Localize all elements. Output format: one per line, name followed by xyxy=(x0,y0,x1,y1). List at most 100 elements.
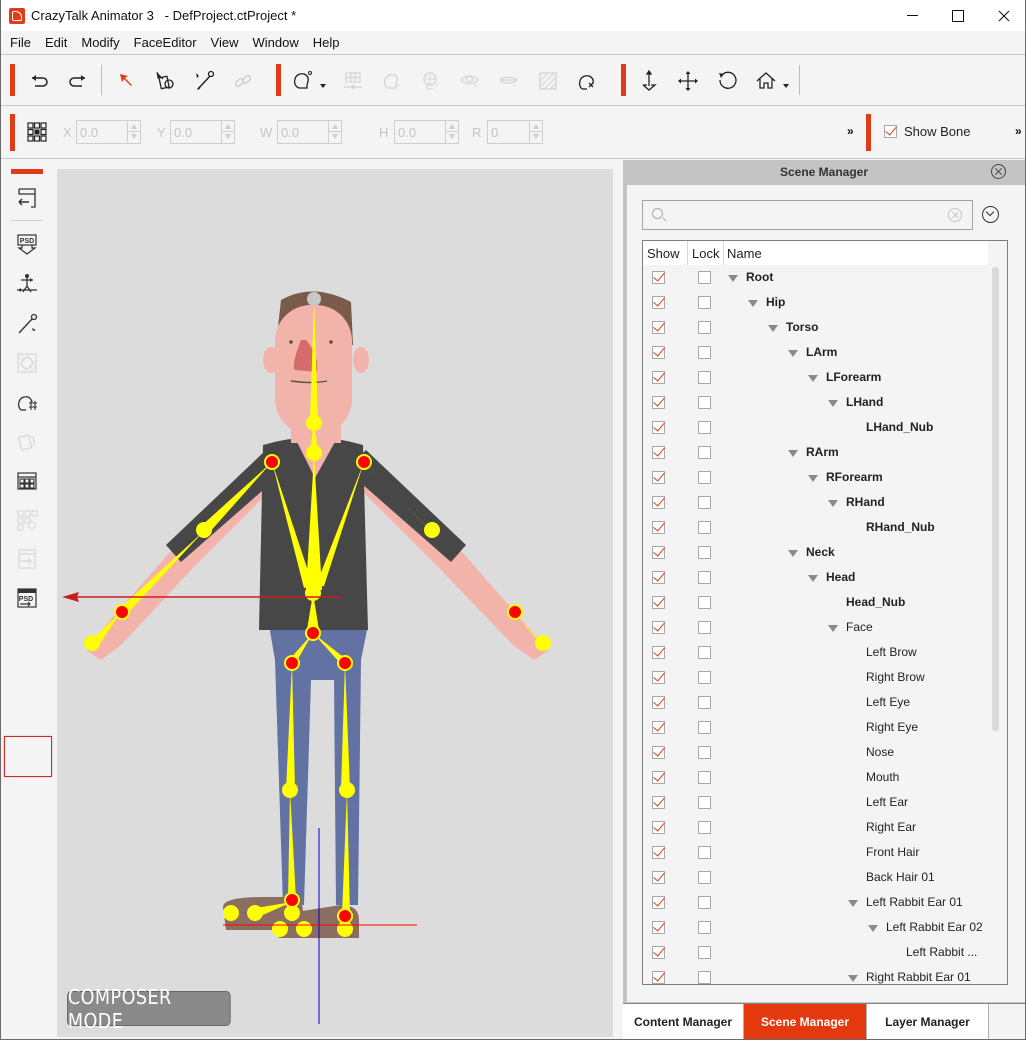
toolbar-grip[interactable] xyxy=(276,64,281,96)
sidebar-item-bone-brush[interactable] xyxy=(13,310,41,338)
tab-scene-manager[interactable]: Scene Manager xyxy=(744,1004,867,1039)
tree-row[interactable]: RHand_Nub xyxy=(643,515,988,540)
expand-triangle-icon[interactable] xyxy=(808,475,818,482)
face-setup-dropdown-icon[interactable] xyxy=(320,84,326,88)
show-checkbox[interactable] xyxy=(652,821,665,834)
tree-row[interactable]: RForearm xyxy=(643,465,988,490)
menu-file[interactable]: File xyxy=(10,35,31,50)
expand-triangle-icon[interactable] xyxy=(768,325,778,332)
tree-row[interactable]: Neck xyxy=(643,540,988,565)
tree-scrollbar[interactable] xyxy=(992,267,999,731)
show-checkbox[interactable] xyxy=(652,446,665,459)
r-field[interactable]: 0 xyxy=(487,120,543,144)
tree-row[interactable]: Torso xyxy=(643,315,988,340)
lock-checkbox[interactable] xyxy=(698,596,711,609)
move-button[interactable] xyxy=(674,67,702,95)
stage-viewport[interactable]: COMPOSER MODE xyxy=(57,169,613,1037)
sidebar-item-sprite-settings[interactable] xyxy=(13,506,41,534)
eye-button[interactable] xyxy=(456,67,484,95)
undo-button[interactable] xyxy=(25,67,53,95)
tree-row[interactable]: Left Rabbit ... xyxy=(643,940,988,965)
filter-dropdown-button[interactable] xyxy=(982,206,999,223)
lock-checkbox[interactable] xyxy=(698,421,711,434)
lock-checkbox[interactable] xyxy=(698,896,711,909)
lock-checkbox[interactable] xyxy=(698,621,711,634)
show-checkbox[interactable] xyxy=(652,521,665,534)
lock-checkbox[interactable] xyxy=(698,396,711,409)
tree-row[interactable]: Hip xyxy=(643,290,988,315)
expand-triangle-icon[interactable] xyxy=(788,550,798,557)
expand-triangle-icon[interactable] xyxy=(788,350,798,357)
tree-row[interactable]: Right Rabbit Ear 01 xyxy=(643,965,988,984)
column-lock[interactable]: Lock xyxy=(692,246,719,261)
tree-row[interactable]: LForearm xyxy=(643,365,988,390)
show-checkbox[interactable] xyxy=(652,921,665,934)
tree-row[interactable]: LHand_Nub xyxy=(643,415,988,440)
show-checkbox[interactable] xyxy=(652,471,665,484)
show-checkbox[interactable] xyxy=(652,346,665,359)
sidebar-item-bone-editor[interactable] xyxy=(13,270,41,298)
menu-window[interactable]: Window xyxy=(252,35,298,50)
expand-triangle-icon[interactable] xyxy=(748,300,758,307)
lock-checkbox[interactable] xyxy=(698,471,711,484)
show-checkbox[interactable] xyxy=(652,496,665,509)
lock-checkbox[interactable] xyxy=(698,921,711,934)
rotate-button[interactable] xyxy=(713,67,741,95)
show-checkbox[interactable] xyxy=(652,546,665,559)
lock-checkbox[interactable] xyxy=(698,371,711,384)
h-stepper[interactable] xyxy=(445,121,458,143)
tab-content-manager[interactable]: Content Manager xyxy=(623,1004,744,1039)
show-checkbox[interactable] xyxy=(652,696,665,709)
face-key-button[interactable] xyxy=(417,67,445,95)
show-checkbox[interactable] xyxy=(652,421,665,434)
show-checkbox[interactable] xyxy=(652,371,665,384)
x-field[interactable]: 0.0 xyxy=(76,120,141,144)
expand-triangle-icon[interactable] xyxy=(808,375,818,382)
search-input[interactable] xyxy=(642,200,973,230)
sidebar-item-sprite-grid[interactable] xyxy=(13,467,41,495)
h-field[interactable]: 0.0 xyxy=(394,120,459,144)
expand-triangle-icon[interactable] xyxy=(868,925,878,932)
tree-row[interactable]: Right Brow xyxy=(643,665,988,690)
show-checkbox[interactable] xyxy=(652,396,665,409)
tree-row[interactable]: LHand xyxy=(643,390,988,415)
expand-triangle-icon[interactable] xyxy=(808,575,818,582)
lock-checkbox[interactable] xyxy=(698,546,711,559)
tab-layer-manager[interactable]: Layer Manager xyxy=(867,1004,989,1039)
lock-checkbox[interactable] xyxy=(698,296,711,309)
lock-checkbox[interactable] xyxy=(698,721,711,734)
sprite-grid-button[interactable] xyxy=(339,67,367,95)
lock-checkbox[interactable] xyxy=(698,571,711,584)
w-stepper[interactable] xyxy=(328,121,341,143)
lock-checkbox[interactable] xyxy=(698,746,711,759)
menu-view[interactable]: View xyxy=(211,35,239,50)
move-z-button[interactable] xyxy=(635,67,663,95)
show-checkbox[interactable] xyxy=(652,771,665,784)
menu-faceeditor[interactable]: FaceEditor xyxy=(134,35,197,50)
toolbar-grip[interactable] xyxy=(10,64,15,96)
tree-row[interactable]: Face xyxy=(643,615,988,640)
tree-row[interactable]: Right Eye xyxy=(643,715,988,740)
maximize-button[interactable] xyxy=(935,0,981,31)
expand-triangle-icon[interactable] xyxy=(848,975,858,982)
close-button[interactable] xyxy=(981,0,1026,31)
bone-edit-button[interactable] xyxy=(190,67,218,95)
link-button[interactable] xyxy=(229,67,257,95)
show-checkbox[interactable] xyxy=(652,946,665,959)
sidebar-item-mask-editor[interactable] xyxy=(13,349,41,377)
lock-checkbox[interactable] xyxy=(698,346,711,359)
sidebar-item-back-to-stage[interactable] xyxy=(13,184,41,212)
expand-triangle-icon[interactable] xyxy=(828,500,838,507)
show-checkbox[interactable] xyxy=(652,646,665,659)
mouth-button[interactable] xyxy=(495,67,523,95)
lock-checkbox[interactable] xyxy=(698,846,711,859)
lock-checkbox[interactable] xyxy=(698,446,711,459)
show-checkbox[interactable] xyxy=(652,596,665,609)
expand-triangle-icon[interactable] xyxy=(848,900,858,907)
toolbar-grip[interactable] xyxy=(10,114,15,151)
lock-checkbox[interactable] xyxy=(698,521,711,534)
head-reset-button[interactable] xyxy=(573,67,601,95)
show-checkbox[interactable] xyxy=(652,721,665,734)
toolbar-grip[interactable] xyxy=(621,64,626,96)
anchor-grid-button[interactable] xyxy=(23,118,51,146)
